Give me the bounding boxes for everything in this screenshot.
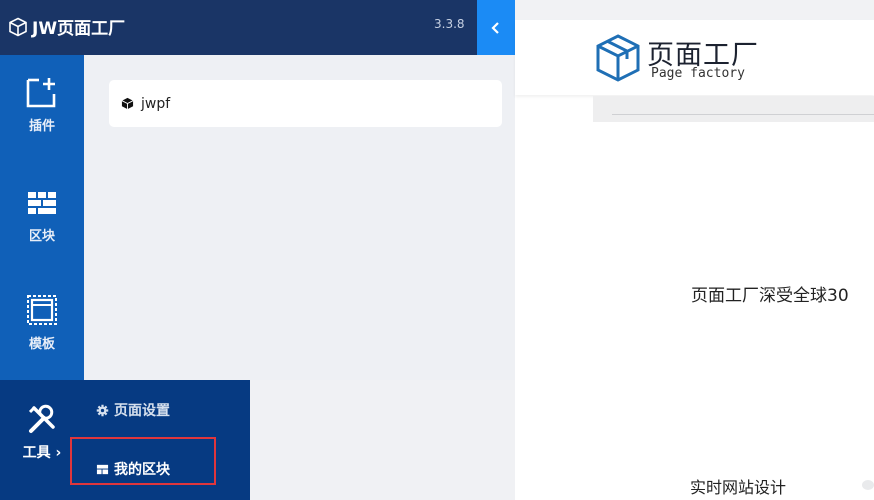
- plugin-card[interactable]: jwpf: [109, 80, 502, 127]
- rail-item-blocks[interactable]: 区块: [0, 165, 84, 265]
- top-bar: JW页面工厂 3.3.8: [0, 0, 515, 55]
- box-logo-icon: [596, 34, 640, 82]
- template-icon: [27, 295, 57, 325]
- highlight-box: [70, 437, 216, 485]
- logo-subtitle: Page factory: [651, 66, 745, 81]
- collapse-sidebar-button[interactable]: [477, 0, 515, 55]
- app-name: JW页面工厂: [32, 19, 126, 39]
- rail-item-plugins[interactable]: 插件: [0, 55, 84, 155]
- gear-icon: [96, 404, 109, 416]
- tools-icon: [28, 404, 55, 433]
- chevron-left-icon: [491, 21, 499, 34]
- menu-page-settings-label: 页面设置: [114, 403, 170, 419]
- plugin-name: jwpf: [141, 95, 171, 112]
- cube-icon: [121, 97, 134, 110]
- version-label: 3.3.8: [434, 17, 465, 31]
- rail-label-blocks: 区块: [28, 229, 55, 244]
- rail-item-templates[interactable]: 模板: [0, 273, 84, 373]
- cube-logo-icon: [9, 17, 27, 36]
- nav-strip: [593, 96, 874, 122]
- footer-text: 实时网站设计: [690, 478, 787, 497]
- scroll-indicator: [862, 480, 874, 490]
- rail-label-plugins: 插件: [28, 119, 55, 134]
- rail-label-tools: 工具 ›: [22, 445, 62, 461]
- blocks-icon: [28, 192, 56, 214]
- preview-top-strip: [515, 0, 874, 20]
- menu-page-settings[interactable]: 页面设置: [96, 400, 170, 420]
- app-brand[interactable]: JW页面工厂: [8, 14, 125, 39]
- rail-label-templates: 模板: [28, 337, 55, 352]
- slogan-text: 页面工厂深受全球30: [691, 286, 849, 306]
- add-plugin-icon: [26, 78, 56, 108]
- nav-divider: [612, 114, 874, 115]
